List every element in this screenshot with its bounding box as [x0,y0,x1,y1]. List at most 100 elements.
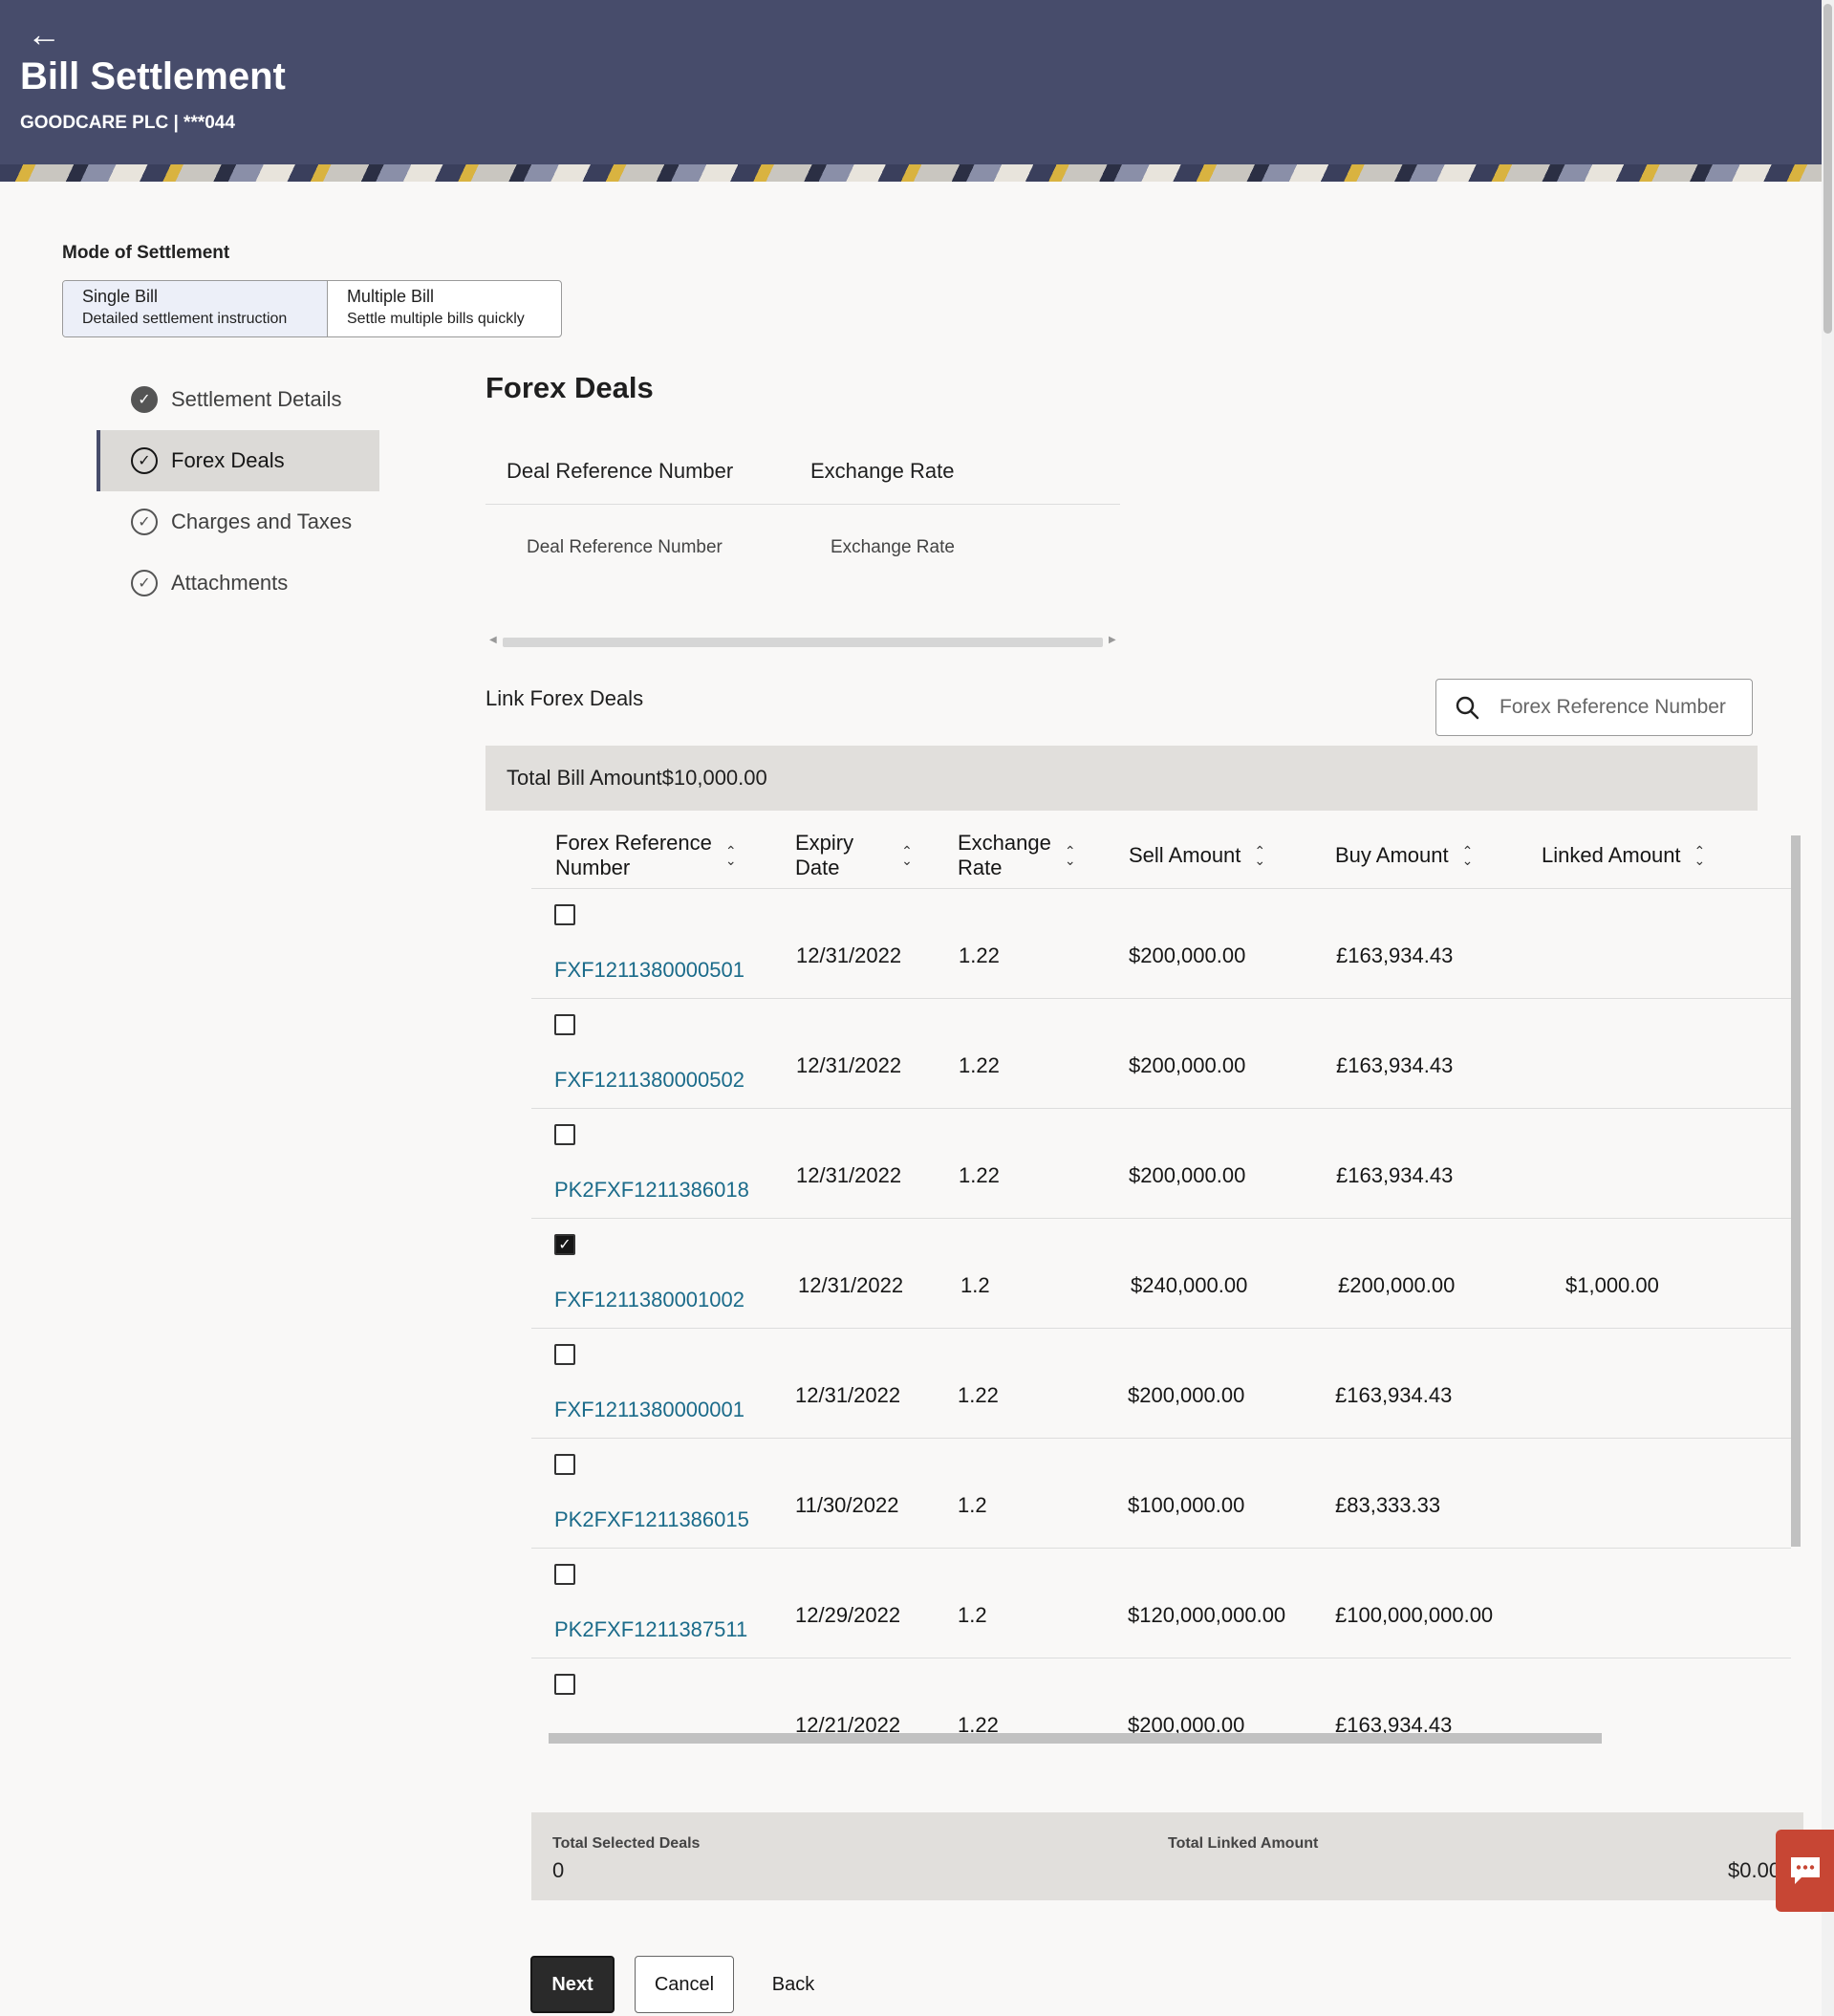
linked-amount-cell: $1,000.00 [1565,1273,1659,1297]
exchange-rate-cell: 1.2 [958,1603,987,1627]
column-header-label: Sell Amount [1129,843,1241,867]
forex-reference-link[interactable]: FXF1211380001002 [554,1288,744,1312]
table-horizontal-scrollbar[interactable] [531,1730,1802,1745]
sell-amount-cell: $100,000.00 [1128,1493,1245,1517]
total-bill-amount-bar: Total Bill Amount$10,000.00 [485,746,1758,811]
deal-ref-column-header: Deal Reference Number [507,458,734,483]
forex-reference-search [1435,679,1753,736]
chat-button[interactable] [1776,1830,1834,1912]
step-label: Forex Deals [171,448,285,472]
mode-option-single-bill[interactable]: Single Bill Detailed settlement instruct… [63,281,328,336]
sort-icon[interactable]: ⌃ ⌄ [901,844,913,867]
summary-bar: Total Selected Deals 0 Total Linked Amou… [531,1812,1803,1900]
expiry-date-cell: 12/31/2022 [796,1053,902,1077]
sort-icon[interactable]: ⌃ ⌄ [1254,844,1265,867]
scroll-left-icon[interactable]: ◀ [489,635,497,645]
step-forex-deals[interactable]: ✓ Forex Deals [97,430,379,491]
table-vertical-scrollbar-thumb[interactable] [1791,835,1801,1547]
column-header-linked-amount[interactable]: Linked Amount ⌃ ⌄ [1542,822,1705,889]
step-charges-and-taxes[interactable]: ✓ Charges and Taxes [97,491,379,553]
mode-of-settlement-toggle: Single Bill Detailed settlement instruct… [62,280,562,337]
scroll-right-icon[interactable]: ▶ [1109,635,1116,645]
buy-amount-cell: £163,934.43 [1335,1383,1453,1407]
row-checkbox[interactable] [554,1014,575,1035]
page-scrollbar[interactable] [1822,0,1834,2016]
sort-icon[interactable]: ⌃ ⌄ [1694,844,1706,867]
sell-amount-cell: $120,000,000.00 [1128,1603,1286,1627]
mode-of-settlement-label: Mode of Settlement [62,243,230,263]
column-header-sell-amount[interactable]: Sell Amount ⌃ ⌄ [1129,822,1265,889]
page-scrollbar-thumb[interactable] [1823,4,1832,334]
row-checkbox[interactable] [554,904,575,925]
section-title: Forex Deals [485,371,654,404]
check-circle-icon: ✓ [131,570,158,596]
page-header: ← Bill Settlement GOODCARE PLC | ***044 [0,0,1822,182]
total-linked-amount-label: Total Linked Amount [1168,1835,1319,1852]
deal-table-scrollbar[interactable]: ◀ ▶ [485,635,1120,648]
exchange-rate-cell: 1.22 [958,1383,999,1407]
next-button[interactable]: Next [530,1956,615,2013]
forex-reference-link[interactable]: PK2FXF1211386018 [554,1178,749,1203]
sell-amount-cell: $200,000.00 [1129,1163,1246,1187]
row-checkbox[interactable] [554,1674,575,1695]
column-header-label: Buy Amount [1335,843,1449,867]
mode-option-description: Settle multiple bills quickly [346,311,525,327]
column-header-expiry-date[interactable]: Expiry Date ⌃ ⌄ [795,822,913,889]
row-checkbox-checked[interactable]: ✓ [554,1234,575,1255]
mode-option-title: Multiple Bill [346,287,434,306]
sort-icon[interactable]: ⌃ ⌄ [1065,844,1076,867]
chat-icon [1790,1857,1820,1884]
mode-option-title: Single Bill [82,287,159,306]
exchange-rate-cell: 1.22 [959,1163,1000,1187]
mode-option-multiple-bill[interactable]: Multiple Bill Settle multiple bills quic… [328,281,561,336]
table-row: PK2FXF1211386018 12/31/2022 1.22 $200,00… [531,1108,1791,1218]
sort-icon[interactable]: ⌃ ⌄ [725,844,737,867]
column-header-label: Exchange Rate [958,831,1051,879]
column-header-exchange-rate[interactable]: Exchange Rate ⌃ ⌄ [958,822,1076,889]
row-checkbox[interactable] [554,1454,575,1475]
total-selected-deals-label: Total Selected Deals [552,1835,701,1852]
step-settlement-details[interactable]: ✓ Settlement Details [97,369,379,430]
header-banner-pattern [0,164,1822,182]
row-checkbox[interactable] [554,1344,575,1365]
exchange-rate-column-header: Exchange Rate [810,458,955,483]
forex-reference-link[interactable]: FXF1211380000502 [554,1068,744,1093]
column-header-forex-ref[interactable]: Forex Reference Number ⌃ ⌄ [555,822,737,889]
back-arrow-icon[interactable]: ← [27,17,61,52]
exchange-rate-cell: 1.22 [959,943,1000,967]
forex-reference-link[interactable]: PK2FXF1211386015 [554,1507,749,1532]
deal-table-scrollbar-thumb[interactable] [503,638,1103,647]
row-checkbox[interactable] [554,1564,575,1585]
expiry-date-cell: 12/31/2022 [796,943,902,967]
back-button[interactable]: Back [755,1956,831,2013]
link-forex-deals-label: Link Forex Deals [485,686,644,710]
forex-reference-search-input[interactable] [1498,695,1737,720]
forex-reference-link[interactable]: FXF1211380000001 [554,1398,744,1422]
deal-table-row: Deal Reference Number Exchange Rate [485,537,1120,558]
step-attachments[interactable]: ✓ Attachments [97,553,379,614]
step-label: Charges and Taxes [171,509,353,533]
cancel-button[interactable]: Cancel [635,1956,734,2013]
buy-amount-cell: £200,000.00 [1338,1273,1456,1297]
column-header-buy-amount[interactable]: Buy Amount ⌃ ⌄ [1335,822,1473,889]
search-icon[interactable] [1436,695,1498,720]
total-bill-amount: Total Bill Amount$10,000.00 [507,766,767,790]
table-row: PK2FXF1211387511 12/29/2022 1.2 $120,000… [531,1548,1791,1658]
sort-icon[interactable]: ⌃ ⌄ [1462,844,1474,867]
buy-amount-cell: £163,934.43 [1336,1053,1454,1077]
column-header-label: Expiry Date [795,831,854,879]
party-subtitle: GOODCARE PLC | ***044 [20,113,235,133]
total-selected-deals-value: 0 [552,1858,565,1882]
forex-reference-link[interactable]: FXF1211380000501 [554,958,744,983]
expiry-date-cell: 11/30/2022 [795,1493,899,1517]
sell-amount-cell: $200,000.00 [1128,1383,1245,1407]
sell-amount-cell: $200,000.00 [1129,1053,1246,1077]
exchange-rate-cell: 1.2 [958,1493,987,1517]
table-vertical-scrollbar[interactable] [1789,824,1802,1742]
buy-amount-cell: £163,934.43 [1336,1163,1454,1187]
expiry-date-cell: 12/29/2022 [795,1603,901,1627]
table-horizontal-scrollbar-thumb[interactable] [549,1733,1602,1744]
forex-reference-link[interactable]: PK2FXF1211387511 [554,1617,747,1642]
row-checkbox[interactable] [554,1124,575,1145]
buy-amount-cell: £100,000,000.00 [1335,1603,1494,1627]
